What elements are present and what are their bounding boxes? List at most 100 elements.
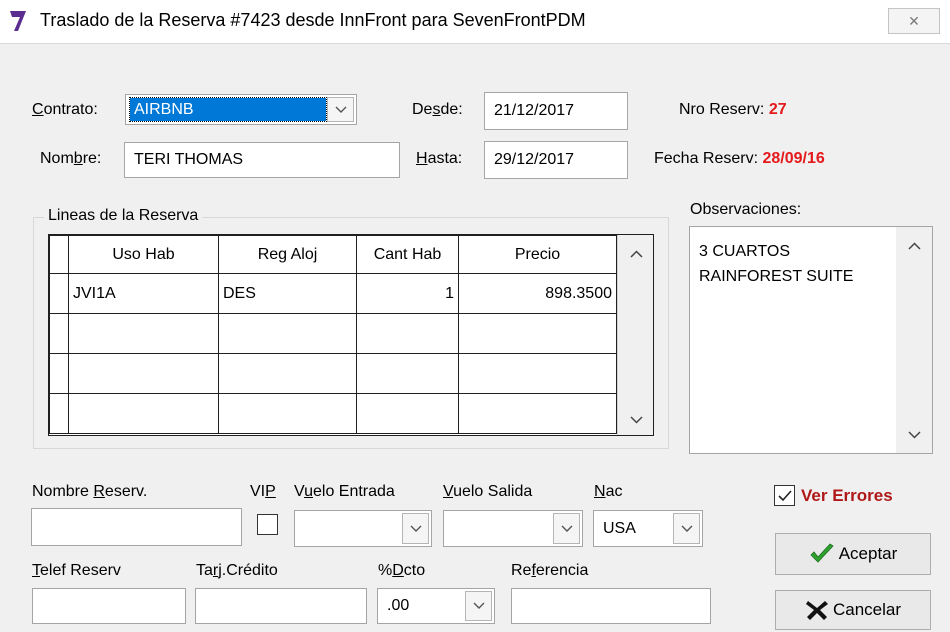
- fecha-reserv-row: Fecha Reserv: 28/09/16: [654, 150, 825, 168]
- dcto-value: .00: [387, 597, 410, 614]
- desde-label: Desde:: [412, 101, 463, 118]
- chevron-up-icon[interactable]: [908, 242, 921, 250]
- col-header-reg-aloj[interactable]: Reg Aloj: [218, 235, 357, 274]
- ver-errores-label: Ver Errores: [801, 485, 893, 505]
- dcto-select[interactable]: .00: [377, 588, 495, 624]
- cell-uso-hab[interactable]: JVI1A: [68, 273, 219, 314]
- cell-reg-aloj[interactable]: DES: [218, 273, 357, 314]
- chevron-down-icon: [473, 602, 484, 609]
- cancelar-button[interactable]: Cancelar: [775, 590, 931, 630]
- table-row[interactable]: [49, 353, 617, 394]
- aceptar-button[interactable]: Aceptar: [775, 533, 931, 575]
- cell-cant-hab[interactable]: [356, 313, 459, 354]
- cell-cant-hab[interactable]: [356, 393, 459, 434]
- row-indicator-header: [49, 235, 69, 274]
- row-indicator[interactable]: [49, 393, 69, 434]
- contrato-selected-value: AIRBNB: [129, 97, 327, 122]
- vip-checkbox[interactable]: [257, 514, 278, 535]
- lines-table: Uso Hab Reg Aloj Cant Hab Precio JVI1A D…: [49, 235, 617, 434]
- ver-errores-toggle[interactable]: Ver Errores: [774, 485, 893, 506]
- close-button[interactable]: ✕: [888, 8, 940, 34]
- hasta-label: Hasta:: [416, 150, 463, 167]
- cancelar-label: Cancelar: [832, 600, 902, 619]
- cell-reg-aloj[interactable]: [218, 313, 357, 354]
- telef-reserv-field[interactable]: [32, 588, 186, 624]
- observaciones-text: 3 CUARTOS RAINFOREST SUITE: [699, 239, 853, 289]
- vuelo-entrada-dropdown-button[interactable]: [402, 513, 429, 544]
- cell-reg-aloj[interactable]: [218, 393, 357, 434]
- vuelo-entrada-select[interactable]: [294, 510, 432, 547]
- contrato-select[interactable]: AIRBNB: [125, 94, 357, 125]
- desde-field[interactable]: 21/12/2017: [484, 92, 628, 130]
- vuelo-salida-select[interactable]: [443, 510, 583, 547]
- nac-select[interactable]: USA: [593, 510, 703, 547]
- table-row[interactable]: [49, 313, 617, 354]
- ver-errores-checkbox[interactable]: [774, 485, 795, 506]
- lines-grid[interactable]: Uso Hab Reg Aloj Cant Hab Precio JVI1A D…: [48, 234, 654, 436]
- contrato-label-text: ontrato:: [43, 101, 98, 118]
- nro-reserv-value: 27: [768, 101, 787, 118]
- row-indicator[interactable]: [49, 273, 69, 314]
- checkmark-icon: [778, 490, 792, 502]
- tarj-credito-field[interactable]: [195, 588, 367, 624]
- cell-cant-hab[interactable]: [356, 353, 459, 394]
- nac-value: USA: [603, 519, 636, 537]
- row-indicator[interactable]: [49, 353, 69, 394]
- cancel-x-icon: [805, 601, 828, 620]
- green-check-icon: [810, 543, 834, 563]
- chevron-down-icon: [681, 525, 692, 532]
- chevron-down-icon[interactable]: [630, 416, 643, 424]
- col-header-cant-hab[interactable]: Cant Hab: [356, 235, 459, 274]
- col-header-uso-hab[interactable]: Uso Hab: [68, 235, 219, 274]
- lineas-group-label: Lineas de la Reserva: [44, 207, 203, 225]
- vuelo-salida-dropdown-button[interactable]: [553, 513, 580, 544]
- window-title: Traslado de la Reserva #7423 desde InnFr…: [40, 10, 586, 30]
- table-header-row: Uso Hab Reg Aloj Cant Hab Precio: [49, 235, 617, 274]
- app-logo-icon: [10, 11, 26, 31]
- vip-label: VIP: [250, 483, 276, 500]
- observaciones-label: Observaciones:: [690, 201, 802, 218]
- col-header-precio[interactable]: Precio: [458, 235, 617, 274]
- vuelo-salida-label: Vuelo Salida: [443, 483, 533, 500]
- cell-precio[interactable]: [458, 313, 617, 354]
- nombre-label: Nombre:: [40, 150, 102, 167]
- row-indicator[interactable]: [49, 313, 69, 354]
- hasta-value: 29/12/2017: [494, 151, 575, 168]
- dcto-dropdown-button[interactable]: [465, 591, 492, 621]
- observaciones-line: 3 CUARTOS: [699, 243, 790, 260]
- contrato-label: Contrato:: [32, 101, 98, 118]
- cell-uso-hab[interactable]: [68, 353, 219, 394]
- cell-reg-aloj[interactable]: [218, 353, 357, 394]
- tarj-credito-label: Tarj.Crédito: [196, 562, 278, 579]
- nombre-field[interactable]: TERI THOMAS: [124, 142, 400, 178]
- nac-label: Nac: [594, 483, 623, 500]
- nac-dropdown-button[interactable]: [673, 513, 700, 544]
- chevron-up-icon[interactable]: [630, 250, 643, 258]
- desde-value: 21/12/2017: [494, 102, 575, 119]
- cell-precio[interactable]: [458, 393, 617, 434]
- nombre-reserv-label: Nombre Reserv.: [32, 483, 148, 500]
- cell-uso-hab[interactable]: [68, 313, 219, 354]
- cell-uso-hab[interactable]: [68, 393, 219, 434]
- chevron-down-icon: [561, 525, 572, 532]
- cell-cant-hab[interactable]: 1: [356, 273, 459, 314]
- table-row[interactable]: JVI1A DES 1 898.3500: [49, 273, 617, 314]
- observaciones-scrollbar[interactable]: [896, 227, 932, 453]
- contrato-dropdown-button[interactable]: [327, 97, 354, 122]
- grid-scrollbar[interactable]: [617, 235, 653, 435]
- cell-precio[interactable]: [458, 353, 617, 394]
- referencia-label: Referencia: [511, 562, 589, 579]
- chevron-down-icon: [410, 525, 421, 532]
- nombre-value: TERI THOMAS: [134, 151, 244, 168]
- fecha-reserv-value: 28/09/16: [762, 150, 825, 167]
- chevron-down-icon: [335, 106, 346, 113]
- close-icon: ✕: [908, 12, 920, 29]
- hasta-field[interactable]: 29/12/2017: [484, 141, 628, 179]
- table-row[interactable]: [49, 393, 617, 434]
- dcto-label: %Dcto: [378, 562, 426, 579]
- chevron-down-icon[interactable]: [908, 431, 921, 439]
- cell-precio[interactable]: 898.3500: [458, 273, 617, 314]
- referencia-field[interactable]: [511, 588, 711, 624]
- observaciones-textarea[interactable]: 3 CUARTOS RAINFOREST SUITE: [689, 226, 933, 454]
- nombre-reserv-field[interactable]: [31, 508, 242, 546]
